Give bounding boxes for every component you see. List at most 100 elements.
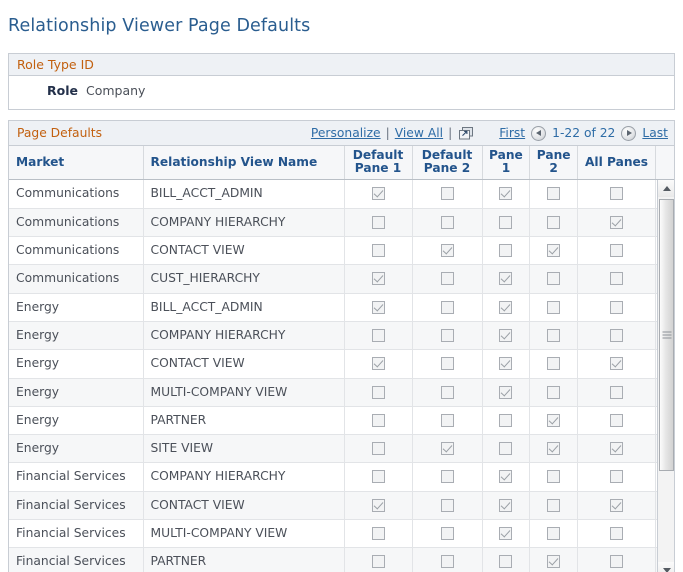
checkbox-pane-2[interactable]	[547, 413, 561, 427]
checkbox-pane-1[interactable]	[499, 442, 513, 456]
view-all-link[interactable]: View All	[395, 126, 443, 140]
role-label: Role	[47, 83, 78, 99]
checkbox-all-panes[interactable]	[610, 385, 624, 399]
checkbox-pane-1[interactable]	[499, 470, 513, 484]
personalize-link[interactable]: Personalize	[311, 126, 381, 140]
column-header-all-panes[interactable]: All Panes	[577, 146, 657, 181]
checkbox-pane-2[interactable]	[547, 272, 561, 286]
checkbox-default-pane-1[interactable]	[371, 442, 385, 456]
checkbox-default-pane-2[interactable]	[440, 527, 454, 540]
checkbox-pane-2[interactable]	[547, 244, 561, 258]
checkbox-pane-2[interactable]	[547, 555, 561, 569]
next-arrow-icon[interactable]	[621, 125, 637, 141]
checkbox-default-pane-2[interactable]	[440, 385, 454, 399]
checkbox-default-pane-1[interactable]	[371, 357, 385, 371]
checkbox-default-pane-2[interactable]	[440, 442, 454, 456]
cell-default-pane-2	[412, 236, 483, 266]
column-header-pane-1[interactable]: Pane 1	[482, 146, 531, 181]
checkbox-pane-1[interactable]	[499, 385, 513, 399]
checkbox-default-pane-1[interactable]	[371, 470, 385, 484]
checkbox-pane-2[interactable]	[547, 300, 561, 314]
checkbox-all-panes[interactable]	[610, 215, 624, 229]
checkbox-pane-2[interactable]	[547, 215, 561, 229]
checkbox-all-panes[interactable]	[610, 328, 624, 342]
checkbox-default-pane-2[interactable]	[440, 470, 454, 484]
checkbox-all-panes[interactable]	[610, 555, 624, 569]
checkbox-pane-2[interactable]	[547, 498, 561, 512]
checkbox-pane-2[interactable]	[547, 385, 561, 399]
scroll-up-arrow-icon[interactable]	[658, 180, 674, 198]
cell-default-pane-1	[344, 264, 413, 294]
checkbox-default-pane-2[interactable]	[440, 187, 454, 201]
checkbox-pane-2[interactable]	[547, 187, 561, 201]
checkbox-pane-2[interactable]	[547, 470, 561, 484]
checkbox-default-pane-1[interactable]	[371, 498, 385, 512]
checkbox-default-pane-2[interactable]	[440, 357, 454, 371]
scrollbar-track[interactable]	[658, 197, 674, 563]
cell-default-pane-2	[412, 547, 483, 572]
expand-window-icon[interactable]	[459, 126, 474, 140]
checkbox-default-pane-1[interactable]	[371, 215, 385, 229]
checkbox-default-pane-1[interactable]	[371, 244, 385, 258]
checkbox-default-pane-1[interactable]	[371, 272, 385, 286]
checkbox-pane-1[interactable]	[499, 413, 513, 427]
column-header-default-pane-2[interactable]: Default Pane 2	[412, 146, 483, 181]
checkbox-default-pane-2[interactable]	[440, 413, 454, 427]
checkbox-all-panes[interactable]	[610, 470, 624, 484]
table-row: Communications CONTACT VIEW	[9, 236, 674, 266]
checkbox-pane-1[interactable]	[499, 215, 513, 229]
first-page-link[interactable]: First	[499, 126, 525, 140]
column-header-market[interactable]: Market	[9, 146, 144, 181]
checkbox-all-panes[interactable]	[610, 244, 624, 258]
checkbox-default-pane-1[interactable]	[371, 187, 385, 201]
checkbox-default-pane-2[interactable]	[440, 498, 454, 512]
checkbox-pane-2[interactable]	[547, 357, 561, 371]
checkbox-default-pane-1[interactable]	[371, 328, 385, 342]
checkbox-default-pane-1[interactable]	[371, 527, 385, 540]
column-header-relationship-view-name[interactable]: Relationship View Name	[143, 146, 345, 181]
checkbox-pane-1[interactable]	[499, 328, 513, 342]
checkbox-all-panes[interactable]	[610, 498, 624, 512]
checkbox-default-pane-1[interactable]	[371, 413, 385, 427]
checkbox-pane-1[interactable]	[499, 357, 513, 371]
cell-default-pane-2	[412, 491, 483, 521]
checkbox-pane-1[interactable]	[499, 244, 513, 258]
cell-market: Energy	[9, 321, 144, 351]
checkbox-pane-2[interactable]	[547, 442, 561, 456]
checkbox-default-pane-2[interactable]	[440, 272, 454, 286]
checkbox-pane-2[interactable]	[547, 527, 561, 540]
scroll-down-arrow-icon[interactable]	[658, 562, 674, 572]
last-page-link[interactable]: Last	[642, 126, 668, 140]
cell-pane-2	[529, 208, 578, 238]
checkbox-default-pane-2[interactable]	[440, 244, 454, 258]
cell-pane-1	[482, 491, 531, 521]
checkbox-all-panes[interactable]	[610, 357, 624, 371]
checkbox-pane-1[interactable]	[499, 498, 513, 512]
checkbox-all-panes[interactable]	[610, 413, 624, 427]
prev-arrow-icon[interactable]	[531, 125, 547, 141]
checkbox-default-pane-2[interactable]	[440, 328, 454, 342]
checkbox-pane-2[interactable]	[547, 328, 561, 342]
column-header-pane-2[interactable]: Pane 2	[529, 146, 578, 181]
grid-vertical-scrollbar[interactable]	[657, 180, 674, 572]
checkbox-pane-1[interactable]	[499, 272, 513, 286]
scrollbar-thumb[interactable]	[659, 199, 674, 472]
cell-pane-2	[529, 378, 578, 407]
checkbox-pane-1[interactable]	[499, 555, 513, 569]
checkbox-default-pane-1[interactable]	[371, 300, 385, 314]
checkbox-pane-1[interactable]	[499, 300, 513, 314]
checkbox-default-pane-2[interactable]	[440, 555, 454, 569]
checkbox-default-pane-2[interactable]	[440, 300, 454, 314]
checkbox-all-panes[interactable]	[610, 527, 624, 540]
checkbox-default-pane-1[interactable]	[371, 385, 385, 399]
column-header-default-pane-1[interactable]: Default Pane 1	[344, 146, 413, 181]
checkbox-pane-1[interactable]	[499, 527, 513, 540]
checkbox-all-panes[interactable]	[610, 442, 624, 456]
checkbox-default-pane-1[interactable]	[371, 555, 385, 569]
cell-pane-2	[529, 491, 578, 521]
checkbox-pane-1[interactable]	[499, 187, 513, 201]
checkbox-all-panes[interactable]	[610, 272, 624, 286]
checkbox-all-panes[interactable]	[610, 300, 624, 314]
checkbox-all-panes[interactable]	[610, 187, 624, 201]
checkbox-default-pane-2[interactable]	[440, 215, 454, 229]
